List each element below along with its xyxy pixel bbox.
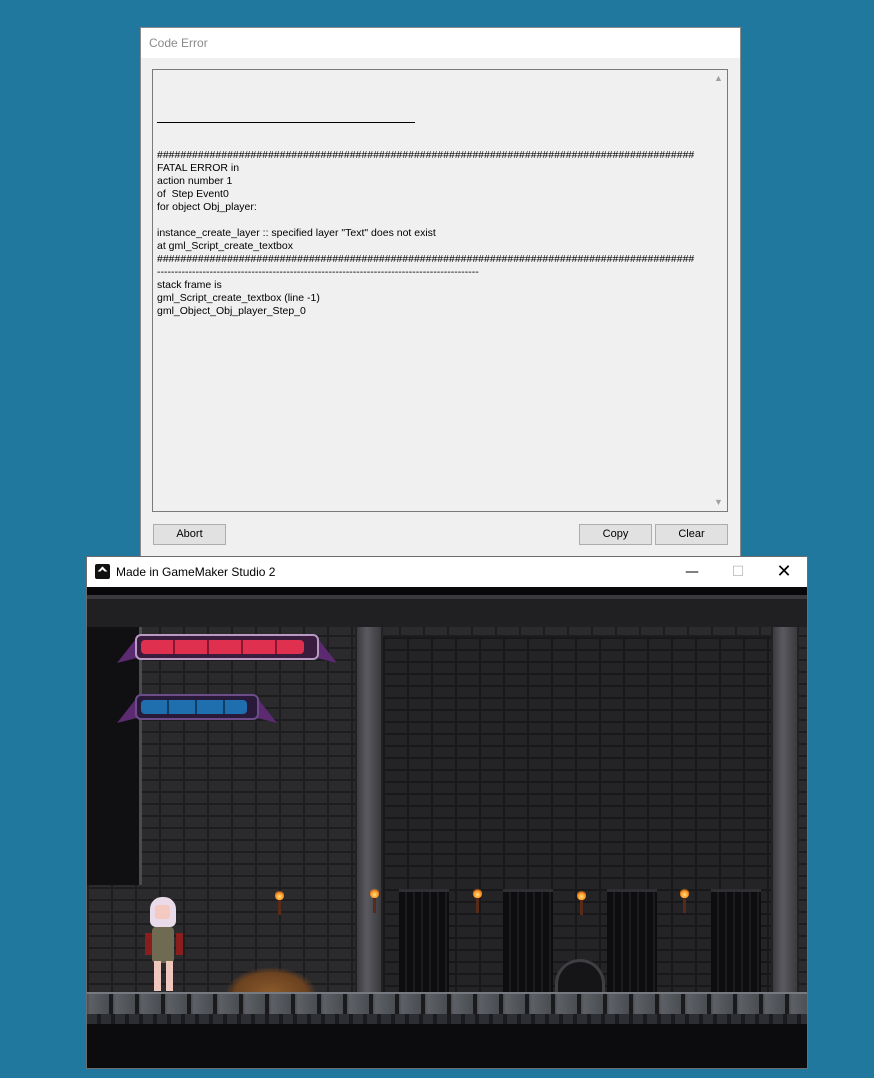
error-line: [157, 214, 707, 227]
dialog-title: Code Error: [149, 36, 208, 50]
error-line: for object Obj_player:: [157, 201, 257, 213]
scroll-up-arrow-icon[interactable]: ▲: [710, 70, 727, 87]
minimize-button[interactable]: —: [669, 557, 715, 587]
cell-door: [607, 889, 657, 995]
torch-icon: [275, 889, 284, 915]
stone-pillar: [355, 627, 383, 992]
player-sprite: [142, 897, 186, 993]
error-line: ########################################…: [157, 253, 695, 265]
error-line: gml_Script_create_textbox (line -1): [157, 292, 320, 304]
cell-door: [503, 889, 553, 995]
error-separator-line: [157, 110, 415, 123]
game-window: Made in GameMaker Studio 2 — ☐ ✕: [87, 557, 807, 1068]
game-window-title: Made in GameMaker Studio 2: [116, 565, 276, 579]
torch-icon: [370, 887, 379, 913]
player-leg: [154, 961, 161, 991]
torch-icon: [473, 887, 482, 913]
clear-button[interactable]: Clear: [655, 524, 728, 545]
torch-icon: [577, 889, 586, 915]
floor-tiles: [87, 992, 807, 1014]
error-line: instance_create_layer :: specified layer…: [157, 227, 436, 239]
health-bar-frame: [135, 634, 319, 660]
mana-bar-frame: [135, 694, 259, 720]
mana-bar: [117, 691, 277, 725]
error-line: stack frame is: [157, 279, 222, 291]
error-line: ----------------------------------------…: [157, 266, 479, 278]
player-leg: [166, 961, 173, 991]
player-body: [152, 927, 174, 963]
error-scrollbar[interactable]: ▲ ▼: [710, 70, 727, 511]
mana-bar-fill: [141, 700, 247, 714]
torch-icon: [680, 887, 689, 913]
stone-pillar: [771, 627, 799, 992]
error-message-box[interactable]: ########################################…: [152, 69, 728, 512]
floor-trim: [87, 1014, 807, 1024]
error-line: gml_Object_Obj_player_Step_0: [157, 305, 306, 317]
gamemaker-logo-icon: [95, 564, 110, 579]
player-arm: [176, 933, 183, 955]
dungeon-shaft: [87, 627, 142, 885]
error-message-text: ########################################…: [157, 84, 707, 344]
maximize-button[interactable]: ☐: [715, 557, 761, 587]
close-button[interactable]: ✕: [761, 557, 807, 587]
error-line: of Step Event0: [157, 188, 229, 200]
error-line: action number 1: [157, 175, 233, 187]
game-canvas[interactable]: [87, 587, 807, 1068]
player-face: [155, 905, 170, 919]
cell-door: [399, 889, 449, 995]
dialog-titlebar[interactable]: Code Error: [141, 28, 740, 58]
health-bar-fill: [141, 640, 304, 654]
error-line: ########################################…: [157, 149, 695, 161]
error-line: FATAL ERROR in: [157, 162, 240, 174]
error-lines: ########################################…: [157, 149, 707, 318]
player-arm: [145, 933, 152, 955]
abort-button[interactable]: Abort: [153, 524, 226, 545]
health-bar: [117, 631, 337, 665]
dungeon-ceiling: [87, 587, 807, 627]
hay-pile: [225, 967, 317, 993]
code-error-dialog: Code Error #############################…: [141, 28, 740, 556]
game-titlebar[interactable]: Made in GameMaker Studio 2 — ☐ ✕: [87, 557, 807, 587]
copy-button[interactable]: Copy: [579, 524, 652, 545]
stone-floor: [87, 992, 807, 1068]
error-line: at gml_Script_create_textbox: [157, 240, 293, 252]
cell-door: [711, 889, 761, 995]
scroll-down-arrow-icon[interactable]: ▼: [710, 494, 727, 511]
